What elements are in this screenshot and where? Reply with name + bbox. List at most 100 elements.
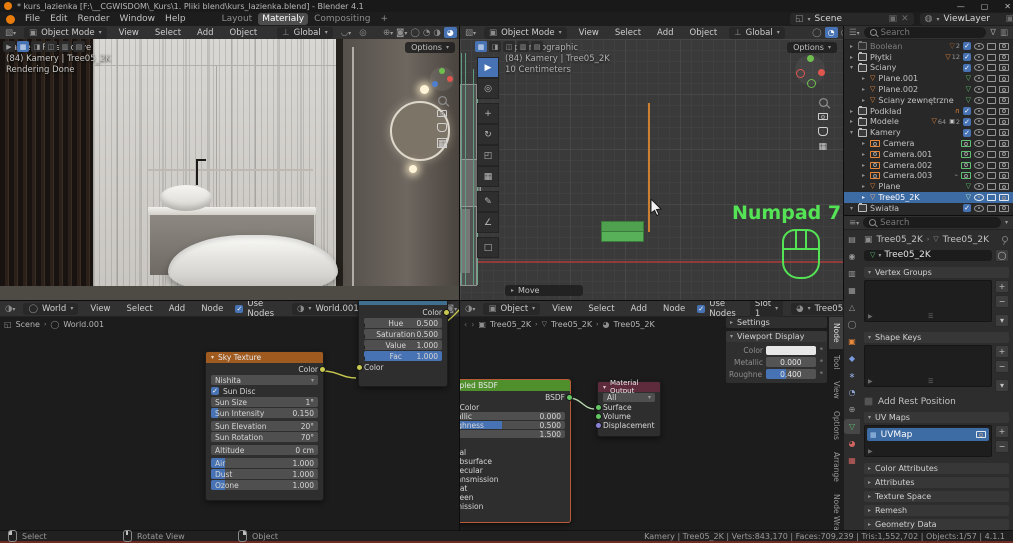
outliner-row-camera003[interactable]: ▸ Camera.003⌁ (844, 171, 1013, 182)
roughness-field[interactable]: Roughness0.500 (460, 421, 565, 429)
shader-type-dropdown[interactable]: ▣Object▾ (483, 303, 540, 315)
exclude-checkbox[interactable]: ✓ (963, 107, 971, 115)
world-shader-editor[interactable]: ◑▾ ◯World▾ View Select Add Node ✓Use Nod… (0, 300, 460, 531)
pin-icon[interactable] (1001, 236, 1009, 244)
outliner-row-plane[interactable]: ▸▽ Plane▽ (844, 181, 1013, 192)
hsv-color-output[interactable]: Color (364, 307, 442, 317)
material-output-node[interactable]: ▾Material Output All▾ Surface Volume Dis… (597, 381, 661, 437)
disable-render-icon[interactable] (999, 151, 1009, 158)
sky-color-output[interactable]: Color (211, 364, 318, 374)
zoom-icon[interactable] (818, 98, 827, 107)
measure-tool[interactable]: ∠ (477, 212, 499, 233)
viewport-menu-add[interactable]: Add (193, 27, 217, 39)
exclude-checkbox[interactable]: ✓ (963, 42, 971, 50)
saturation-field[interactable]: Saturation0.500 (364, 329, 442, 339)
workspace-add-button[interactable]: + (377, 13, 393, 25)
viewport-camera-options[interactable]: Options▾ (405, 42, 455, 53)
uv-map-add-button[interactable]: + (995, 425, 1009, 438)
tab-particles[interactable]: ∗ (844, 368, 860, 383)
disable-viewport-icon[interactable] (987, 172, 996, 179)
normal-row[interactable]: Normal (460, 448, 565, 456)
tab-world[interactable]: ◯ (844, 317, 860, 332)
bsdf-output-socket[interactable] (566, 394, 573, 401)
select-intersect-icon[interactable]: ▤ (73, 41, 85, 52)
outliner-row-tree05-selected[interactable]: ▸▽ Tree05_2K▽ (844, 192, 1013, 203)
outliner-row-podklad[interactable]: ▸ Podkład∩ ✓ (844, 106, 1013, 117)
outliner-row-plane002[interactable]: ▸▽ Plane.002▽ (844, 84, 1013, 95)
unlink-scene-icon[interactable]: ✕ (901, 14, 909, 24)
shading-wireframe-icon[interactable]: ◯ (410, 28, 420, 38)
vertex-groups-list[interactable]: ▶ ☰ (864, 280, 992, 322)
disable-viewport-icon[interactable] (987, 151, 996, 158)
tab-output[interactable]: ▥ (844, 266, 860, 281)
add-rest-position-checkbox[interactable] (864, 397, 873, 406)
disable-viewport-icon[interactable] (987, 140, 996, 147)
volume-input[interactable]: Volume (603, 412, 655, 420)
shading-solid-icon[interactable]: ◔ (825, 27, 838, 38)
remesh-panel-header[interactable]: ▸Remesh (864, 505, 1009, 516)
select-subtract-icon[interactable]: ◫ (45, 41, 57, 52)
disable-render-icon[interactable] (999, 75, 1009, 82)
tab-view-layer[interactable]: ▦ (844, 283, 860, 298)
settings-panel-header[interactable]: ▸Settings (726, 317, 827, 328)
viewport-color-swatch[interactable] (766, 346, 816, 355)
ior-field[interactable]: IOR1.500 (460, 430, 565, 438)
outliner-row-boolean[interactable]: ▸ Boolean▽2 ✓ (844, 41, 1013, 52)
disable-viewport-icon[interactable] (987, 205, 996, 212)
surface-socket[interactable] (595, 404, 602, 411)
shape-keys-list[interactable]: ▶ ☰ (864, 345, 992, 387)
hide-icon[interactable] (974, 97, 984, 104)
sky-type-dropdown[interactable]: Nishita▾ (211, 375, 318, 385)
outliner-row-sciany[interactable]: ▾ Ściany ✓ (844, 63, 1013, 74)
mode-dropdown[interactable]: ▣Object Mode▾ (24, 27, 107, 39)
transform-tool[interactable]: ▦ (477, 166, 499, 187)
color-output-socket[interactable] (319, 366, 326, 373)
hide-icon[interactable] (974, 183, 984, 190)
node-menu-add[interactable]: Add (627, 303, 651, 315)
maximize-button[interactable]: ▢ (981, 2, 989, 11)
tab-constraints[interactable]: ⊕ (844, 402, 860, 417)
sky-texture-node[interactable]: ▾Sky Texture Color Nishita▾ ✓Sun Disc Su… (205, 351, 324, 501)
disable-render-icon[interactable] (999, 183, 1009, 190)
disable-render-icon[interactable] (999, 108, 1009, 115)
metallic-field[interactable]: Metallic0.000 (460, 412, 565, 420)
hide-icon[interactable] (974, 43, 984, 50)
orientation-dropdown[interactable]: ⊥Global▾ (277, 27, 333, 39)
disable-render-icon[interactable] (999, 43, 1009, 50)
vertex-group-specials-button[interactable]: ▾ (995, 314, 1009, 327)
viewport-menu-object[interactable]: Object (226, 27, 262, 39)
ozone-field[interactable]: Ozone1.000 (211, 480, 318, 490)
tab-render[interactable]: ◉ (844, 249, 860, 264)
exclude-checkbox[interactable]: ✓ (963, 53, 971, 61)
output-target-dropdown[interactable]: All▾ (603, 393, 655, 402)
disable-viewport-icon[interactable] (987, 43, 996, 50)
node-menu-view[interactable]: View (86, 303, 114, 315)
select-extend-icon[interactable]: ◨ (31, 41, 43, 52)
sun-size-field[interactable]: Sun Size1° (211, 397, 318, 407)
value-field[interactable]: Value1.000 (364, 340, 442, 350)
filter-icon[interactable]: ∇ (990, 28, 996, 38)
workspace-tab-compositing[interactable]: Compositing (310, 13, 374, 25)
breadcrumb-object[interactable]: Tree05_2K (877, 235, 923, 245)
hide-icon[interactable] (974, 151, 984, 158)
mesh-name-field[interactable]: ▽▾ Tree05_2K (864, 250, 992, 261)
outliner-row-plytki[interactable]: ▸ Płytki▽12 ✓ (844, 52, 1013, 63)
disable-render-icon[interactable] (999, 118, 1009, 125)
dust-field[interactable]: Dust1.000 (211, 469, 318, 479)
outliner-row-sciany-zewnetrzne[interactable]: ▸▽ Ściany zewnętrzne▽ (844, 95, 1013, 106)
disable-viewport-icon[interactable] (987, 183, 996, 190)
move-tool[interactable]: + (477, 103, 499, 124)
disable-viewport-icon[interactable] (987, 64, 996, 71)
uv-map-item[interactable]: ▦ UVMap (867, 428, 989, 441)
material-shader-editor[interactable]: ◑▾ ▣Object▾ View Select Add Node ✓Use No… (460, 300, 843, 531)
displacement-input[interactable]: Displacement (603, 421, 655, 429)
tab-options[interactable]: Options (828, 405, 843, 446)
new-viewlayer-icon[interactable]: ▣ (1005, 14, 1013, 24)
shape-key-remove-button[interactable]: − (995, 360, 1009, 373)
node-menu-select[interactable]: Select (584, 303, 618, 315)
orientation-dropdown[interactable]: ⊥Global▾ (729, 27, 785, 39)
outliner-row-camera001[interactable]: ▸ Camera.001 (844, 149, 1013, 160)
editor-type-icon[interactable]: ◑▾ (5, 304, 15, 314)
altitude-field[interactable]: Altitude0 cm (211, 445, 318, 455)
viewport-menu-select[interactable]: Select (151, 27, 185, 39)
